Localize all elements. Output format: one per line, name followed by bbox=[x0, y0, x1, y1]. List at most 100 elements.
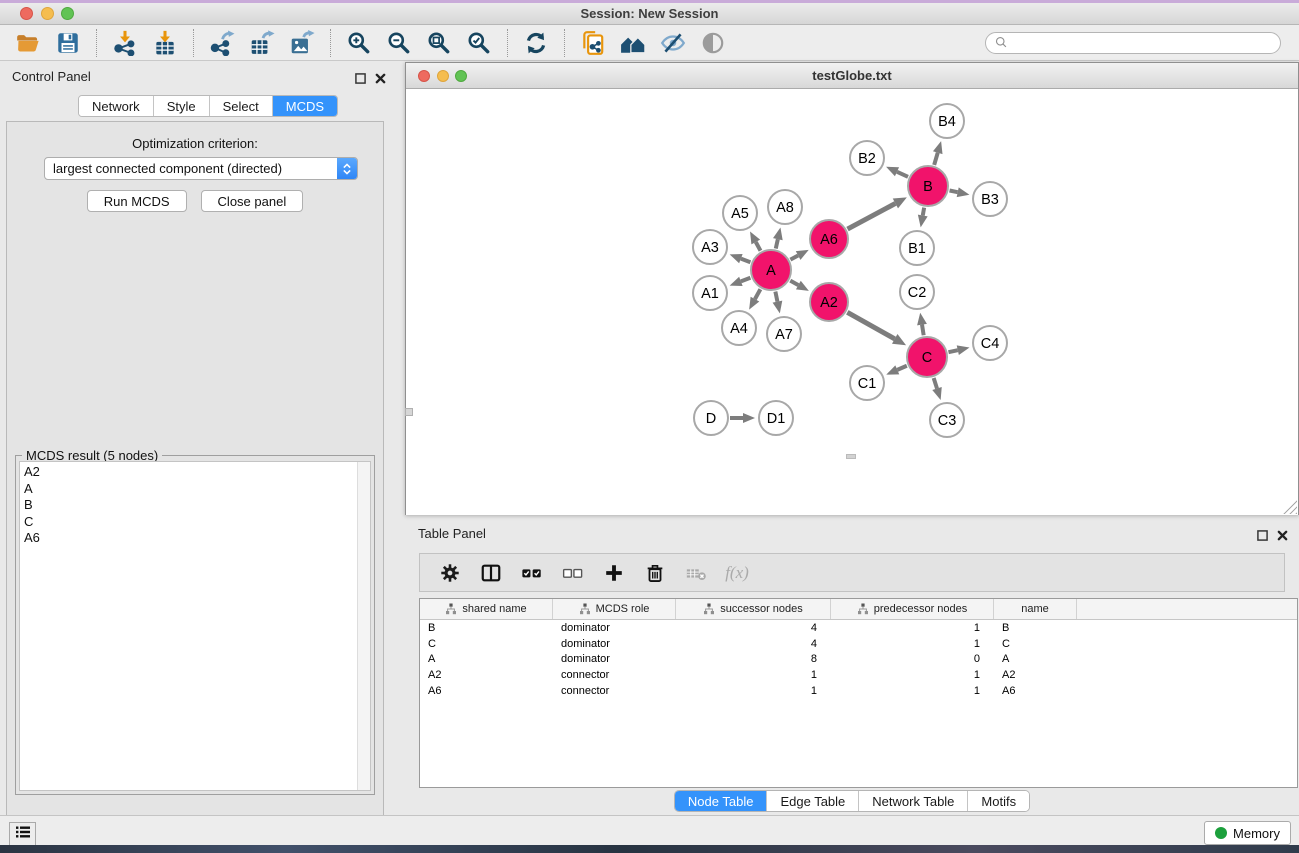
table-close-button[interactable] bbox=[1277, 528, 1288, 546]
tab-style[interactable]: Style bbox=[154, 96, 210, 116]
save-button[interactable] bbox=[48, 27, 88, 59]
settings-button[interactable] bbox=[434, 557, 466, 589]
edge-B-B3 bbox=[950, 191, 958, 193]
delete-selected-icon bbox=[642, 560, 668, 586]
tree-icon bbox=[857, 603, 869, 615]
zoom-selected-button[interactable] bbox=[459, 27, 499, 59]
table-cell: 4 bbox=[676, 622, 831, 634]
result-list-item[interactable]: A2 bbox=[20, 464, 370, 481]
column-header-name[interactable]: name bbox=[994, 599, 1077, 619]
refresh-button[interactable] bbox=[516, 27, 556, 59]
edge-arrowhead bbox=[957, 345, 970, 355]
table-cell: C bbox=[420, 638, 553, 650]
split-view-button[interactable] bbox=[475, 557, 507, 589]
edge-C-C3 bbox=[934, 378, 937, 389]
export-image-button[interactable] bbox=[282, 27, 322, 59]
table-cell: A6 bbox=[420, 685, 553, 697]
network-window-titlebar: testGlobe.txt bbox=[406, 63, 1298, 89]
import-table-button[interactable] bbox=[145, 27, 185, 59]
tab-network-table[interactable]: Network Table bbox=[859, 791, 968, 811]
zoom-in-button[interactable] bbox=[339, 27, 379, 59]
column-header-predecessor-nodes[interactable]: predecessor nodes bbox=[831, 599, 994, 619]
toolbar-separator bbox=[507, 29, 508, 57]
table-row[interactable]: Cdominator41C bbox=[420, 636, 1297, 652]
home-button[interactable] bbox=[613, 27, 653, 59]
export-table-button[interactable] bbox=[242, 27, 282, 59]
graph-node-label-A2: A2 bbox=[820, 295, 838, 311]
edge-arrowhead bbox=[730, 254, 743, 263]
zoom-out-button[interactable] bbox=[379, 27, 419, 59]
table-row[interactable]: Bdominator41B bbox=[420, 620, 1297, 636]
hide-panel-button[interactable] bbox=[653, 27, 693, 59]
refresh-icon bbox=[523, 30, 549, 56]
table-cell: A bbox=[420, 653, 553, 665]
select-all-button[interactable] bbox=[516, 557, 548, 589]
edge-arrowhead bbox=[773, 301, 783, 314]
search-icon bbox=[994, 35, 1009, 50]
table-float-button[interactable] bbox=[1257, 528, 1268, 546]
result-list-scrollbar[interactable] bbox=[357, 462, 370, 790]
show-panel-button bbox=[693, 27, 733, 59]
column-header-MCDS-role[interactable]: MCDS role bbox=[553, 599, 676, 619]
column-header-shared-name[interactable]: shared name bbox=[420, 599, 553, 619]
result-list-item[interactable]: A6 bbox=[20, 530, 370, 547]
show-panels-button[interactable] bbox=[9, 822, 36, 846]
network-canvas[interactable]: AA1A2A3A4A5A6A7A8BB1B2B3B4CC1C2C3C4DD1 bbox=[406, 89, 1298, 515]
splitter-knob[interactable] bbox=[405, 408, 413, 416]
open-file-button[interactable] bbox=[8, 27, 48, 59]
run-mcds-button[interactable]: Run MCDS bbox=[87, 190, 187, 212]
memory-status-icon bbox=[1215, 827, 1227, 839]
search-box[interactable] bbox=[985, 32, 1281, 54]
edge-arrowhead bbox=[743, 413, 755, 423]
tree-icon bbox=[703, 603, 715, 615]
table-cell: dominator bbox=[553, 638, 676, 650]
clone-network-icon bbox=[580, 30, 606, 56]
add-column-button[interactable] bbox=[598, 557, 630, 589]
table-cell: A2 bbox=[994, 669, 1077, 681]
result-list-item[interactable]: A bbox=[20, 481, 370, 498]
graph-node-label-C: C bbox=[922, 350, 932, 366]
mcds-tab-content: Optimization criterion: largest connecte… bbox=[6, 121, 384, 853]
delete-table-icon bbox=[683, 560, 709, 586]
deselect-all-button[interactable] bbox=[557, 557, 589, 589]
float-panel-button[interactable] bbox=[355, 71, 366, 89]
graph-node-label-A8: A8 bbox=[776, 200, 794, 216]
table-row[interactable]: Adominator80A bbox=[420, 652, 1297, 668]
tree-icon bbox=[579, 603, 591, 615]
column-header-successor-nodes[interactable]: successor nodes bbox=[676, 599, 831, 619]
table-row[interactable]: A2connector11A2 bbox=[420, 667, 1297, 683]
result-list-item[interactable]: B bbox=[20, 497, 370, 514]
tab-edge-table[interactable]: Edge Table bbox=[767, 791, 859, 811]
tab-select[interactable]: Select bbox=[210, 96, 273, 116]
edge-A-A3 bbox=[741, 259, 751, 263]
tab-network[interactable]: Network bbox=[79, 96, 154, 116]
tab-mcds[interactable]: MCDS bbox=[273, 96, 337, 116]
close-panel-button[interactable] bbox=[375, 71, 386, 89]
graph-node-label-A4: A4 bbox=[730, 321, 748, 337]
export-table-icon bbox=[249, 30, 275, 56]
memory-button[interactable]: Memory bbox=[1204, 821, 1291, 845]
zoom-in-icon bbox=[346, 30, 372, 56]
search-input[interactable] bbox=[1015, 36, 1272, 50]
node-table: shared nameMCDS rolesuccessor nodesprede… bbox=[419, 598, 1298, 788]
result-list-item[interactable]: C bbox=[20, 514, 370, 531]
edge-A-A6 bbox=[790, 255, 798, 259]
tab-node-table[interactable]: Node Table bbox=[675, 791, 768, 811]
optimization-criterion-dropdown[interactable]: largest connected component (directed) bbox=[44, 157, 358, 180]
split-view-icon bbox=[478, 560, 504, 586]
clone-network-button[interactable] bbox=[573, 27, 613, 59]
horizontal-splitter-handle[interactable] bbox=[846, 454, 856, 459]
zoom-fit-button[interactable] bbox=[419, 27, 459, 59]
control-panel: Control Panel NetworkStyleSelectMCDS Opt… bbox=[0, 61, 398, 815]
tab-motifs[interactable]: Motifs bbox=[968, 791, 1029, 811]
delete-selected-button[interactable] bbox=[639, 557, 671, 589]
edge-A-A1 bbox=[741, 278, 751, 282]
close-panel-button-mcds[interactable]: Close panel bbox=[201, 190, 304, 212]
export-network-button[interactable] bbox=[202, 27, 242, 59]
table-cell: B bbox=[994, 622, 1077, 634]
dropdown-stepper-icon bbox=[337, 158, 357, 179]
graph-node-label-C1: C1 bbox=[858, 376, 877, 392]
mcds-result-list: A2ABCA6 bbox=[19, 461, 371, 791]
table-row[interactable]: A6connector11A6 bbox=[420, 683, 1297, 699]
import-network-button[interactable] bbox=[105, 27, 145, 59]
